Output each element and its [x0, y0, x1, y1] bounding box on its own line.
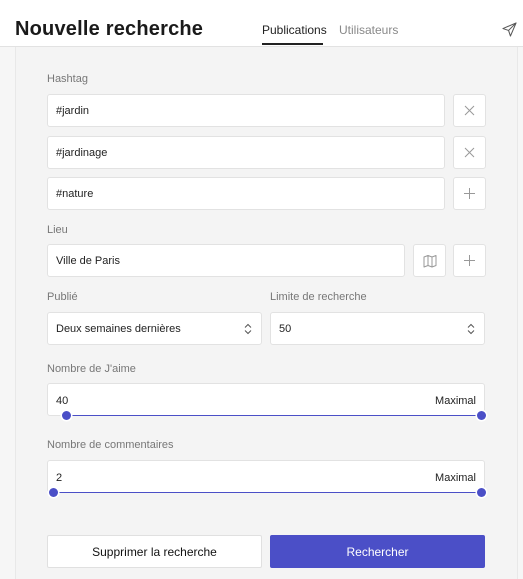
lieu-field[interactable]: Ville de Paris — [47, 244, 405, 277]
chevron-updown-icon — [244, 323, 252, 335]
comments-track — [53, 492, 481, 493]
add-hashtag-button[interactable] — [453, 177, 486, 210]
limite-select[interactable]: 50 — [270, 312, 485, 345]
plus-icon — [464, 188, 475, 199]
publie-value: Deux semaines dernières — [56, 322, 181, 335]
remove-hashtag-button[interactable] — [453, 94, 486, 127]
hashtag-field-3[interactable]: #nature — [47, 177, 445, 210]
likes-range-slider[interactable]: 40 Maximal — [47, 383, 485, 416]
remove-hashtag-button[interactable] — [453, 136, 486, 169]
close-icon — [464, 147, 475, 158]
likes-min-value: 40 — [56, 395, 69, 407]
limite-label: Limite de recherche — [270, 291, 367, 303]
hashtag-label: Hashtag — [47, 73, 88, 85]
publie-select[interactable]: Deux semaines dernières — [47, 312, 262, 345]
hashtag-field-2[interactable]: #jardinage — [47, 136, 445, 169]
likes-label: Nombre de J'aime — [47, 363, 136, 375]
likes-max-label: Maximal — [435, 395, 476, 407]
delete-search-button[interactable]: Supprimer la recherche — [47, 535, 262, 568]
hashtag-value: #jardin — [56, 104, 90, 117]
chevron-updown-icon — [467, 323, 475, 335]
likes-min-handle[interactable] — [61, 411, 71, 420]
active-tab-indicator — [262, 43, 323, 45]
hashtag-value: #nature — [56, 187, 94, 200]
lieu-label: Lieu — [47, 224, 68, 236]
likes-track — [65, 415, 481, 416]
plus-icon — [464, 255, 475, 266]
publie-label: Publié — [47, 291, 78, 303]
hashtag-value: #jardinage — [56, 146, 108, 159]
search-button[interactable]: Rechercher — [270, 535, 485, 568]
comments-label: Nombre de commentaires — [47, 439, 174, 451]
comments-min-value: 2 — [56, 472, 63, 484]
add-lieu-button[interactable] — [453, 244, 486, 277]
comments-max-handle[interactable] — [477, 488, 486, 497]
map-icon — [423, 254, 436, 267]
send-icon[interactable] — [502, 22, 517, 37]
header: Nouvelle recherche Publications Utilisat… — [0, 0, 523, 47]
comments-range-slider[interactable]: 2 Maximal — [47, 460, 485, 493]
page-title: Nouvelle recherche — [15, 18, 204, 40]
lieu-value: Ville de Paris — [56, 254, 120, 267]
map-button[interactable] — [413, 244, 446, 277]
comments-max-label: Maximal — [435, 472, 476, 484]
comments-min-handle[interactable] — [49, 488, 58, 497]
likes-max-handle[interactable] — [477, 411, 486, 420]
limite-value: 50 — [279, 322, 292, 335]
tab-publications[interactable]: Publications — [262, 23, 327, 37]
hashtag-field-1[interactable]: #jardin — [47, 94, 445, 127]
tab-utilisateurs[interactable]: Utilisateurs — [339, 23, 398, 37]
close-icon — [464, 105, 475, 116]
